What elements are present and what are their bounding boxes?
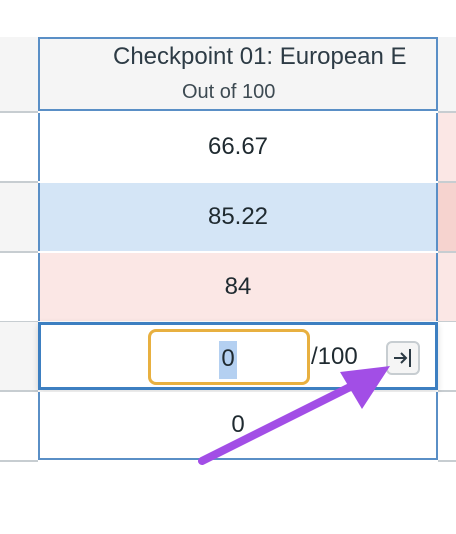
grade-value: 66.67 bbox=[207, 133, 269, 160]
left-row-cell bbox=[0, 392, 38, 462]
right-row-cell bbox=[438, 322, 456, 392]
right-row-cell bbox=[438, 253, 456, 323]
points-possible: Out of 100 bbox=[182, 81, 276, 103]
gradebook-grid: Checkpoint 01: European E Out of 100 66.… bbox=[0, 0, 456, 534]
grade-input[interactable] bbox=[148, 329, 310, 385]
grade-value: 84 bbox=[224, 273, 252, 300]
left-row-cell bbox=[0, 183, 38, 253]
enter-arrow-icon bbox=[394, 349, 411, 367]
grade-cell[interactable]: 85.22 bbox=[38, 183, 438, 251]
right-row-cell bbox=[438, 183, 456, 253]
assignment-column-header[interactable]: Checkpoint 01: European E Out of 100 bbox=[38, 37, 438, 111]
right-header-cell bbox=[438, 37, 456, 113]
grade-detail-tray-button[interactable] bbox=[386, 341, 420, 375]
grade-cell[interactable]: 0 bbox=[38, 392, 438, 460]
left-row-cell bbox=[0, 322, 38, 392]
grade-cell-editing[interactable]: 0 /100 bbox=[38, 322, 438, 390]
left-row-cell bbox=[0, 113, 38, 183]
grade-value: 85.22 bbox=[207, 203, 269, 230]
left-row-cell bbox=[0, 253, 38, 323]
assignment-title: Checkpoint 01: European E bbox=[113, 43, 407, 70]
right-row-cell bbox=[438, 113, 456, 183]
grade-cell[interactable]: 84 bbox=[38, 253, 438, 321]
right-row-cell bbox=[438, 392, 456, 462]
grade-cell[interactable]: 66.67 bbox=[38, 113, 438, 181]
points-possible-suffix: /100 bbox=[311, 343, 358, 370]
grade-value: 0 bbox=[231, 411, 245, 438]
left-header-cell bbox=[0, 37, 38, 113]
